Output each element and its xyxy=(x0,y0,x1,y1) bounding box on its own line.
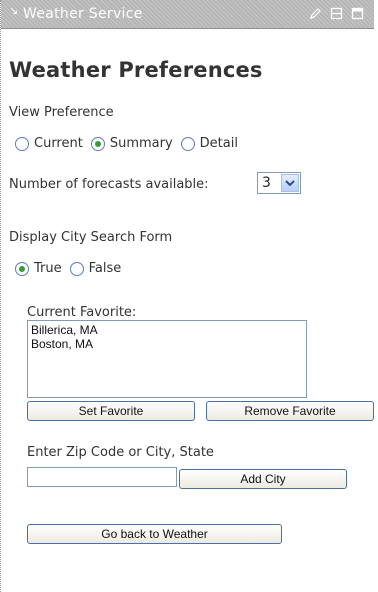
radio-current-label: Current xyxy=(34,136,83,151)
view-preference-label: View Preference xyxy=(9,105,114,120)
current-favorite-label: Current Favorite: xyxy=(27,305,137,320)
forecasts-select[interactable]: 3 xyxy=(257,172,301,194)
radio-false-label: False xyxy=(88,261,122,276)
edit-icon[interactable] xyxy=(309,7,322,20)
radio-true-label: True xyxy=(34,261,62,276)
weather-portlet: ↘ Weather Service Weather Preferences Vi… xyxy=(0,0,378,592)
radio-false[interactable] xyxy=(69,261,84,276)
radio-summary-label: Summary xyxy=(109,136,173,151)
collapse-icon[interactable]: ↘ xyxy=(9,5,18,16)
view-preference-options: Current Summary Detail xyxy=(15,136,246,151)
add-city-button[interactable]: Add City xyxy=(179,469,347,489)
portlet-titlebar: ↘ Weather Service xyxy=(1,0,374,29)
zip-label: Enter Zip Code or City, State xyxy=(27,445,214,460)
chevron-down-icon[interactable] xyxy=(281,174,299,192)
portlet-title: Weather Service xyxy=(23,6,143,22)
page-title: Weather Preferences xyxy=(9,58,263,82)
remove-favorite-button[interactable]: Remove Favorite xyxy=(206,401,374,421)
maximize-icon[interactable] xyxy=(351,7,364,20)
zip-input[interactable] xyxy=(27,467,177,487)
list-item[interactable]: Boston, MA xyxy=(31,337,303,351)
radio-summary[interactable] xyxy=(90,136,105,151)
radio-true[interactable] xyxy=(15,261,29,276)
city-search-options: True False xyxy=(15,261,129,276)
go-back-button[interactable]: Go back to Weather xyxy=(27,524,282,544)
city-search-label: Display City Search Form xyxy=(9,230,173,245)
radio-detail-label: Detail xyxy=(199,136,238,151)
radio-current[interactable] xyxy=(15,136,29,151)
favorites-listbox[interactable]: Billerica, MA Boston, MA xyxy=(27,320,307,398)
list-item[interactable]: Billerica, MA xyxy=(31,323,303,337)
forecasts-label: Number of forecasts available: xyxy=(9,177,209,192)
set-favorite-button[interactable]: Set Favorite xyxy=(27,401,195,421)
minimize-icon[interactable] xyxy=(330,7,343,20)
radio-detail[interactable] xyxy=(180,136,195,151)
